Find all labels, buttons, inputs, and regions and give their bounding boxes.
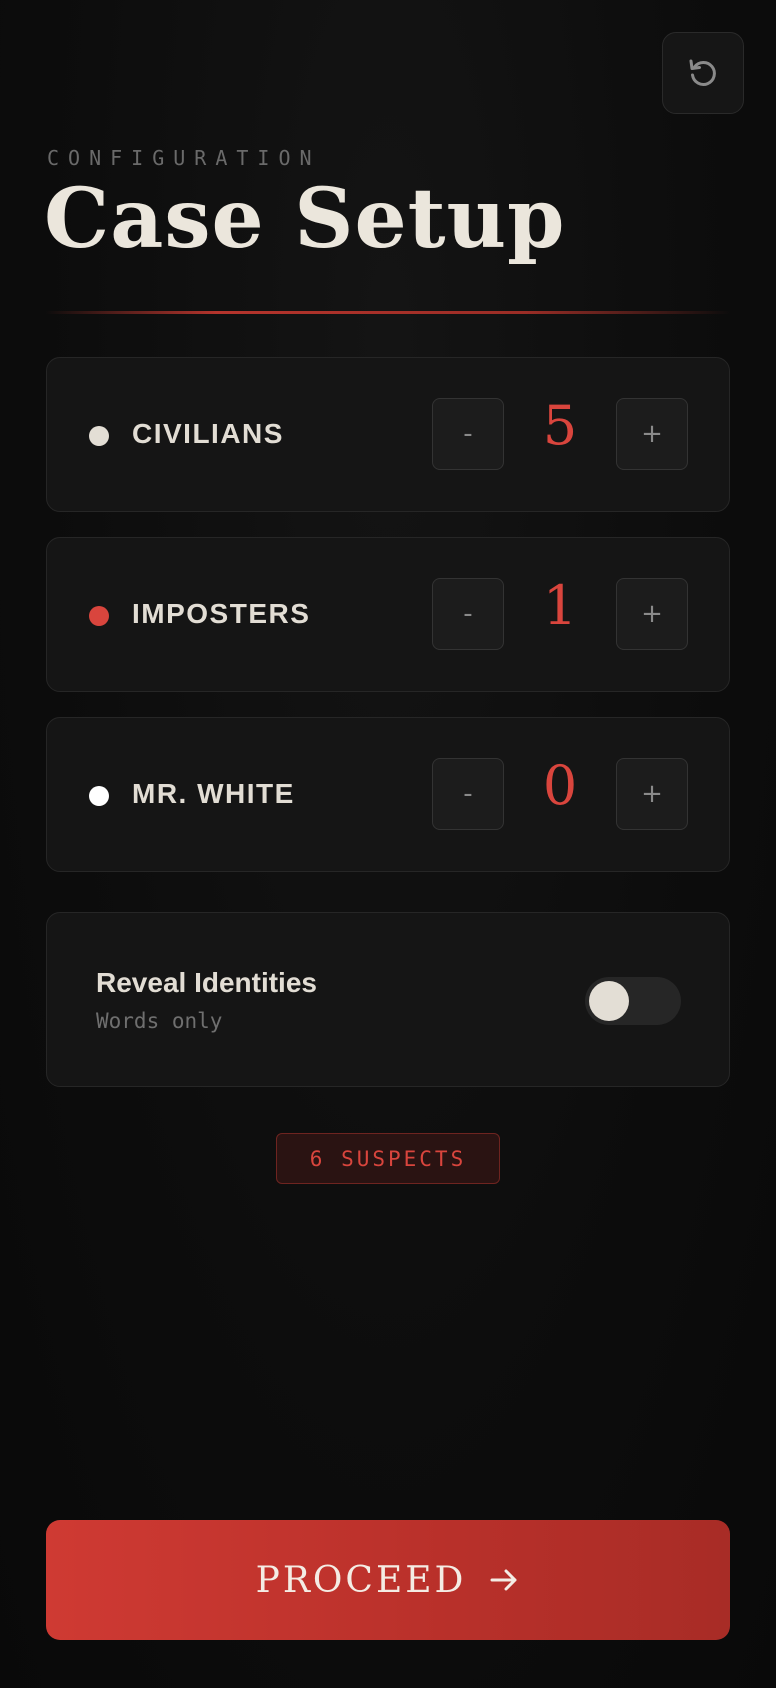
civilians-dot (89, 426, 109, 446)
mr-white-decrement-button[interactable]: - (432, 758, 504, 830)
role-label-imposters: IMPOSTERS (132, 598, 311, 629)
title-divider (46, 311, 730, 314)
mr-white-increment-button[interactable]: + (616, 758, 688, 830)
arrow-right-icon (490, 1569, 517, 1591)
reset-button[interactable] (662, 32, 744, 114)
reveal-identities-card: Reveal Identities Words only (46, 912, 730, 1087)
role-card-civilians: CIVILIANS - 5 + (46, 357, 730, 512)
role-label-civilians: CIVILIANS (132, 418, 284, 449)
screen: CONFIGURATION Case Setup CIVILIANS - 5 +… (0, 0, 776, 1688)
mr-white-dot (89, 786, 109, 806)
suspects-count-badge: 6 SUSPECTS (276, 1133, 500, 1184)
reset-icon (689, 59, 716, 86)
proceed-label: PROCEED (255, 1559, 467, 1601)
imposters-increment-button[interactable]: + (616, 578, 688, 650)
role-card-imposters: IMPOSTERS - 1 + (46, 537, 730, 692)
role-label-mr-white: MR. WHITE (132, 778, 295, 809)
mr-white-count: 0 (542, 754, 578, 817)
civilians-count: 5 (542, 394, 578, 457)
reveal-identities-title: Reveal Identities (96, 967, 317, 998)
civilians-increment-button[interactable]: + (616, 398, 688, 470)
section-eyebrow: CONFIGURATION (47, 146, 321, 170)
proceed-button[interactable]: PROCEED (46, 1520, 730, 1640)
role-card-mr-white: MR. WHITE - 0 + (46, 717, 730, 872)
reveal-identities-toggle[interactable] (585, 977, 681, 1025)
imposters-count: 1 (542, 574, 578, 637)
imposters-decrement-button[interactable]: - (432, 578, 504, 650)
page-title: Case Setup (44, 171, 566, 267)
toggle-knob (589, 981, 629, 1021)
reveal-identities-subtitle: Words only (96, 1009, 223, 1033)
civilians-decrement-button[interactable]: - (432, 398, 504, 470)
imposters-dot (89, 606, 109, 626)
